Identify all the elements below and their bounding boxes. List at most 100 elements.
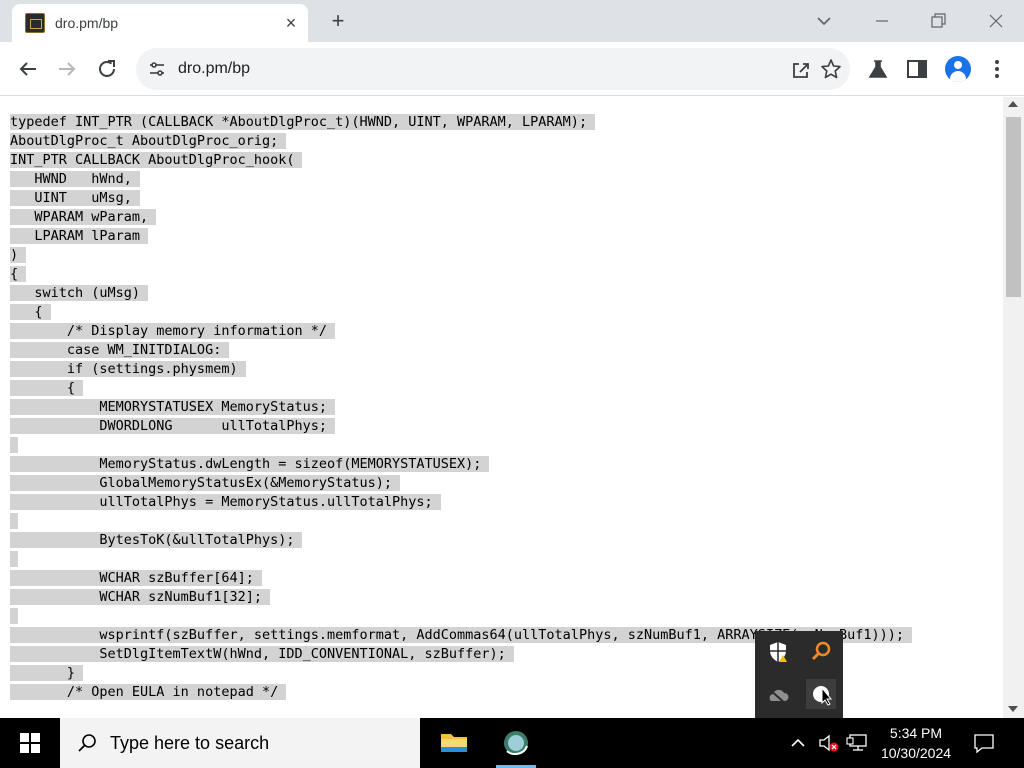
code-line-text	[10, 608, 18, 624]
taskbar-clock[interactable]: 5:34 PM 10/30/2024	[872, 723, 960, 763]
notification-center-icon[interactable]	[972, 731, 996, 755]
code-line: WCHAR szBuffer[64];	[10, 569, 912, 588]
code-line-text: }	[10, 665, 84, 681]
tray-overflow-flyout	[755, 631, 843, 718]
bookmark-star-icon[interactable]	[820, 58, 842, 80]
code-line: BytesToK(&ullTotalPhys);	[10, 531, 912, 550]
labs-flask-icon[interactable]	[864, 55, 892, 83]
security-shield-icon[interactable]	[763, 637, 793, 667]
code-line: INT_PTR CALLBACK AboutDlgProc_hook(	[10, 151, 912, 170]
taskbar: Type here to search 5:34 PM 10/30/2024	[0, 718, 1024, 768]
tab-title: dro.pm/bp	[55, 15, 119, 31]
tab-strip: dro.pm/bp × +	[0, 0, 1024, 42]
new-tab-button[interactable]: +	[326, 9, 350, 33]
code-line-text: WCHAR szNumBuf1[32];	[10, 589, 270, 605]
code-line-text: /* Open EULA in notepad */	[10, 684, 287, 700]
address-bar[interactable]: dro.pm/bp	[136, 48, 850, 90]
close-window-icon[interactable]	[984, 9, 1008, 33]
scroll-thumb[interactable]	[1006, 117, 1021, 297]
code-line: case WM_INITDIALOG:	[10, 341, 912, 360]
code-line-text: DWORDLONG ullTotalPhys;	[10, 418, 335, 434]
code-line-text: AboutDlgProc_t AboutDlgProc_orig;	[10, 133, 287, 149]
browser-taskbar-icon[interactable]	[492, 718, 540, 768]
browser-toolbar: dro.pm/bp	[0, 42, 1024, 96]
code-line-text	[10, 551, 18, 567]
code-line: switch (uMsg)	[10, 284, 912, 303]
code-line: UINT uMsg,	[10, 189, 912, 208]
scroll-up-arrow-icon[interactable]	[1008, 101, 1018, 107]
code-line-text: HWND hWnd,	[10, 171, 140, 187]
code-line: if (settings.physmem)	[10, 360, 912, 379]
code-line: LPARAM lParam	[10, 227, 912, 246]
code-line-text: {	[10, 304, 51, 320]
search-placeholder: Type here to search	[110, 733, 270, 753]
site-favicon-icon	[25, 13, 45, 33]
code-line	[10, 607, 912, 626]
code-line-text: LPARAM lParam	[10, 228, 149, 244]
windows-start-icon[interactable]	[0, 718, 60, 768]
code-line: )	[10, 246, 912, 265]
code-line: WCHAR szNumBuf1[32];	[10, 588, 912, 607]
code-line: DWORDLONG ullTotalPhys;	[10, 417, 912, 436]
code-line: HWND hWnd,	[10, 170, 912, 189]
code-line: MEMORYSTATUSEX MemoryStatus;	[10, 398, 912, 417]
code-block: typedef INT_PTR (CALLBACK *AboutDlgProc_…	[10, 113, 913, 702]
code-line: /* Display memory information */	[10, 322, 912, 341]
code-line-text: WPARAM wParam,	[10, 209, 157, 225]
magnifier-search-icon[interactable]	[806, 637, 836, 667]
code-line: {	[10, 379, 912, 398]
reload-icon[interactable]	[93, 55, 121, 83]
code-line-text	[10, 437, 18, 453]
code-line: AboutDlgProc_t AboutDlgProc_orig;	[10, 132, 912, 151]
code-line-text: UINT uMsg,	[10, 190, 140, 206]
code-line-text: switch (uMsg)	[10, 285, 149, 301]
code-line: {	[10, 265, 912, 284]
show-hidden-icons-chevron-icon[interactable]	[788, 732, 808, 754]
code-line	[10, 512, 912, 531]
tab-search-chevron-icon[interactable]	[812, 9, 836, 33]
code-line: typedef INT_PTR (CALLBACK *AboutDlgProc_…	[10, 113, 912, 132]
code-line: MemoryStatus.dwLength = sizeof(MEMORYSTA…	[10, 455, 912, 474]
code-line-text: )	[10, 247, 27, 263]
code-line-text: ullTotalPhys = MemoryStatus.ullTotalPhys…	[10, 494, 441, 510]
code-line	[10, 436, 912, 455]
network-icon[interactable]	[846, 731, 870, 753]
code-line-text: GlobalMemoryStatusEx(&MemoryStatus);	[10, 475, 401, 491]
code-line-text: {	[10, 266, 27, 282]
code-line-text: MemoryStatus.dwLength = sizeof(MEMORYSTA…	[10, 456, 490, 472]
vertical-scrollbar[interactable]	[1003, 97, 1024, 718]
code-line-text: SetDlgItemTextW(hWnd, IDD_CONVENTIONAL, …	[10, 646, 514, 662]
app-tray-cursor-icon[interactable]	[806, 679, 836, 709]
code-line: ullTotalPhys = MemoryStatus.ullTotalPhys…	[10, 493, 912, 512]
clock-time: 5:34 PM	[889, 725, 943, 741]
forward-arrow-icon[interactable]	[53, 55, 81, 83]
minimize-icon[interactable]	[870, 9, 894, 33]
restore-icon[interactable]	[926, 9, 950, 33]
share-icon[interactable]	[790, 59, 812, 81]
side-panel-icon[interactable]	[903, 55, 931, 83]
clock-date: 10/30/2024	[880, 745, 952, 761]
code-line-text: INT_PTR CALLBACK AboutDlgProc_hook(	[10, 152, 303, 168]
code-line-text	[10, 513, 18, 529]
volume-muted-icon[interactable]	[817, 732, 841, 754]
code-line-text: if (settings.physmem)	[10, 361, 246, 377]
browser-tab[interactable]: dro.pm/bp ×	[12, 4, 308, 42]
code-line-text: case WM_INITDIALOG:	[10, 342, 230, 358]
code-line: GlobalMemoryStatusEx(&MemoryStatus);	[10, 474, 912, 493]
file-explorer-icon[interactable]	[430, 718, 478, 768]
profile-avatar-icon[interactable]	[945, 56, 971, 82]
url-text[interactable]: dro.pm/bp	[178, 60, 250, 78]
onedrive-offline-icon[interactable]	[763, 681, 793, 711]
tab-close-icon[interactable]: ×	[282, 14, 300, 32]
code-line-text: MEMORYSTATUSEX MemoryStatus;	[10, 399, 335, 415]
code-line: WPARAM wParam,	[10, 208, 912, 227]
code-line-text: typedef INT_PTR (CALLBACK *AboutDlgProc_…	[10, 114, 596, 130]
scroll-down-arrow-icon[interactable]	[1008, 706, 1018, 712]
kebab-menu-icon[interactable]	[983, 55, 1011, 83]
back-arrow-icon[interactable]	[14, 55, 42, 83]
code-line-text: /* Display memory information */	[10, 323, 335, 339]
taskbar-search-box[interactable]: Type here to search	[60, 718, 420, 768]
code-line-text: WCHAR szBuffer[64];	[10, 570, 262, 586]
site-settings-icon[interactable]	[148, 60, 166, 78]
search-icon	[76, 732, 98, 754]
